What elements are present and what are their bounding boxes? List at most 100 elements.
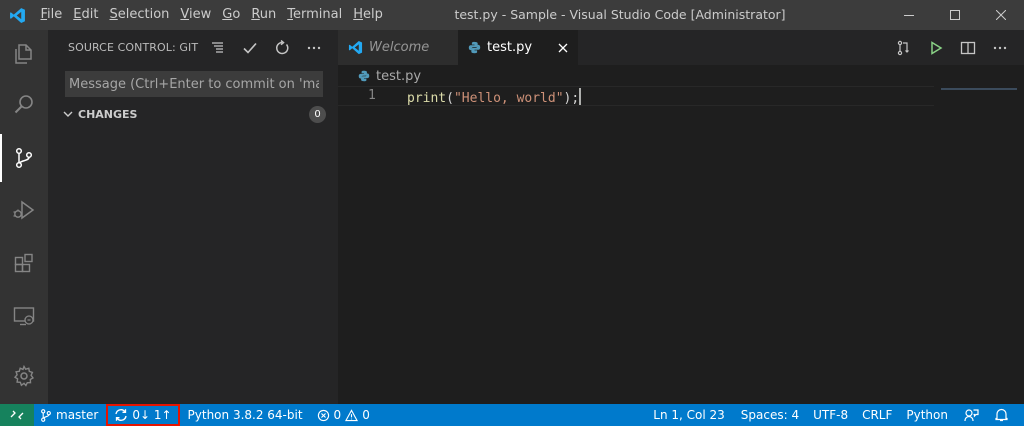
ellipsis-icon: [993, 46, 1007, 49]
close-tab-icon[interactable]: [558, 43, 568, 53]
run-python-file-button[interactable]: [920, 36, 952, 60]
play-icon: [931, 40, 943, 55]
changes-label: CHANGES: [78, 107, 138, 121]
changes-count-badge: 0: [309, 106, 326, 123]
refresh-icon: [276, 39, 289, 54]
run-debug-button[interactable]: [0, 186, 48, 234]
remote-explorer-icon: [13, 307, 35, 326]
bell-icon: [995, 408, 1008, 422]
maximize-icon: [950, 10, 960, 20]
minimap[interactable]: [941, 88, 1017, 90]
cursor-position[interactable]: Ln 1, Col 23: [647, 404, 731, 426]
branch-indicator[interactable]: master: [34, 404, 104, 426]
text-cursor: [579, 88, 582, 105]
vscode-logo-icon: [348, 40, 363, 55]
extensions-button[interactable]: [0, 240, 48, 288]
vscode-logo-icon: [0, 0, 35, 30]
remote-icon: [10, 410, 24, 420]
activity-bar: [0, 30, 48, 404]
view-as-tree-button[interactable]: [202, 37, 234, 59]
extensions-icon: [14, 253, 33, 273]
menu-help[interactable]: Help: [348, 0, 389, 30]
files-icon: [15, 44, 32, 64]
chevron-down-icon: [62, 108, 74, 120]
run-debug-icon: [13, 200, 35, 220]
open-changes-button[interactable]: [888, 36, 920, 60]
remote-indicator[interactable]: [0, 404, 34, 426]
more-actions-button[interactable]: [298, 37, 330, 59]
sync-status: 0↓ 1↑: [132, 408, 172, 422]
tab-label: Welcome: [369, 40, 430, 55]
encoding[interactable]: UTF-8: [807, 404, 854, 426]
window-controls: [886, 0, 1024, 30]
indentation[interactable]: Spaces: 4: [735, 404, 805, 426]
commit-button[interactable]: [234, 37, 266, 59]
changes-section-header[interactable]: CHANGES 0: [48, 103, 338, 125]
breadcrumb[interactable]: test.py: [338, 65, 421, 87]
close-icon: [996, 10, 1006, 20]
explorer-button[interactable]: [0, 30, 48, 78]
language-mode[interactable]: Python: [900, 404, 954, 426]
python-interpreter[interactable]: Python 3.8.2 64-bit: [182, 404, 309, 426]
title-bar: File Edit Selection View Go Run Terminal…: [0, 0, 1024, 30]
error-icon: [317, 409, 329, 421]
git-branch-icon: [41, 408, 51, 422]
list-tree-icon: [212, 41, 223, 53]
commit-message-input[interactable]: [65, 71, 323, 97]
token-paren-open: (: [446, 91, 454, 106]
split-editor-icon: [960, 41, 976, 54]
editor-actions: [888, 30, 1024, 65]
warning-icon: [345, 408, 359, 421]
editor-tabs: Welcome test.py: [338, 30, 1024, 65]
tab-test-py[interactable]: test.py: [458, 30, 578, 65]
menu-selection[interactable]: Selection: [104, 0, 175, 30]
python-file-icon: [358, 70, 370, 82]
tab-label: test.py: [487, 40, 533, 55]
search-icon: [14, 95, 33, 114]
tab-welcome[interactable]: Welcome: [338, 30, 458, 65]
ellipsis-icon: [307, 46, 321, 49]
manage-button[interactable]: [0, 352, 48, 400]
feedback-button[interactable]: [958, 404, 989, 426]
split-editor-button[interactable]: [952, 36, 984, 60]
refresh-button[interactable]: [266, 37, 298, 59]
minimize-button[interactable]: [886, 0, 932, 30]
token-string: "Hello, world": [453, 91, 564, 106]
open-changes-icon: [897, 40, 909, 55]
feedback-icon: [964, 409, 979, 422]
error-count: 0: [333, 408, 342, 422]
gear-icon: [13, 364, 35, 387]
menu-file[interactable]: File: [35, 0, 68, 30]
editor-more-actions-button[interactable]: [984, 36, 1016, 60]
menu-terminal[interactable]: Terminal: [282, 0, 348, 30]
menu-go[interactable]: Go: [217, 0, 246, 30]
close-window-button[interactable]: [978, 0, 1024, 30]
check-icon: [243, 42, 257, 54]
warning-count: 0: [362, 408, 370, 422]
minimize-icon: [904, 15, 914, 16]
line-number: 1: [368, 88, 376, 103]
window-title: test.py - Sample - Visual Studio Code [A…: [454, 7, 786, 22]
menu-edit[interactable]: Edit: [68, 0, 104, 30]
breadcrumb-file: test.py: [376, 68, 422, 84]
problems-indicator[interactable]: 0 0: [311, 404, 376, 426]
menu-run[interactable]: Run: [246, 0, 282, 30]
token-paren-close: );: [563, 91, 580, 106]
python-file-icon: [468, 41, 481, 54]
sidebar-header: SOURCE CONTROL: GIT: [48, 30, 338, 65]
notifications-button[interactable]: [989, 404, 1018, 426]
remote-explorer-button[interactable]: [0, 292, 48, 340]
menu-view[interactable]: View: [175, 0, 217, 30]
source-control-sidebar: SOURCE CONTROL: GIT CHANGES 0: [48, 30, 338, 404]
branch-name: master: [56, 408, 99, 422]
source-control-button[interactable]: [0, 134, 48, 182]
token-function: print: [407, 91, 447, 106]
sync-changes-button[interactable]: 0↓ 1↑: [106, 404, 180, 426]
status-bar: master 0↓ 1↑ Python 3.8.2 64-bit 0 0 Ln …: [0, 404, 1024, 426]
code-line[interactable]: 1 print("Hello, world");: [338, 86, 934, 106]
maximize-button[interactable]: [932, 0, 978, 30]
code-text[interactable]: print("Hello, world");: [407, 88, 582, 106]
line-ending[interactable]: CRLF: [856, 404, 898, 426]
menu-bar: File Edit Selection View Go Run Terminal…: [35, 0, 388, 30]
search-button[interactable]: [0, 80, 48, 128]
